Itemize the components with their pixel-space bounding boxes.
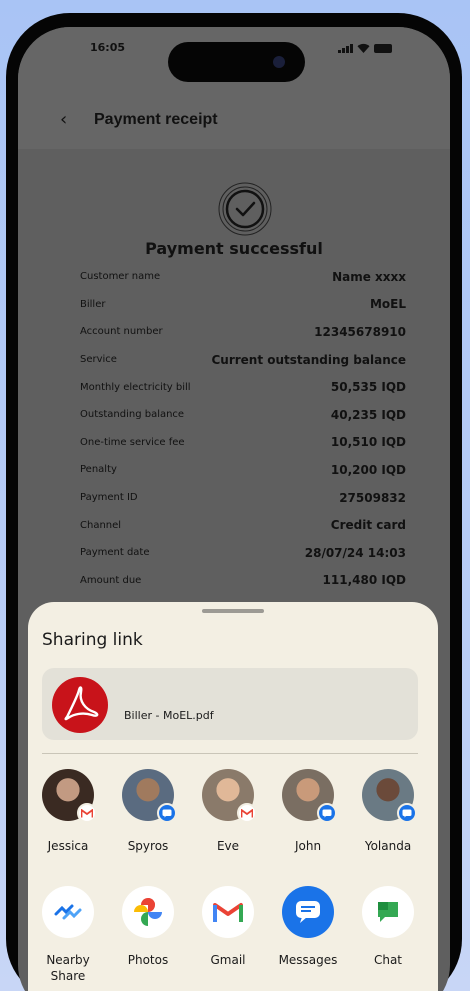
receipt-label: Penalty: [80, 464, 117, 476]
app-label: Chat: [373, 953, 403, 967]
dynamic-island: [168, 42, 305, 82]
receipt-label: Customer name: [80, 271, 161, 283]
app-photos[interactable]: Photos: [108, 886, 188, 984]
receipt-value: 40,235 IQD: [330, 407, 406, 422]
battery-icon: [374, 44, 392, 53]
receipt-value: 27509832: [339, 490, 406, 505]
receipt-row: Penalty 10,200 IQD: [80, 456, 406, 484]
receipt-row: Biller MoEL: [80, 291, 406, 319]
contact-john[interactable]: John: [268, 769, 348, 853]
messages-icon: [397, 803, 417, 823]
receipt-value: 12345678910: [314, 324, 406, 339]
receipt-label: Outstanding balance: [80, 409, 185, 421]
back-button[interactable]: ‹: [60, 111, 67, 129]
receipt-value: 50,535 IQD: [330, 380, 406, 395]
app-nearby-share[interactable]: Nearby Share: [28, 886, 108, 984]
chat-icon: [362, 886, 414, 938]
contact-eve[interactable]: Eve: [188, 769, 268, 853]
app-targets: Nearby Share Photos Gmail Messages Chat: [28, 886, 438, 984]
receipt-row: One-time service fee 10,510 IQD: [80, 429, 406, 457]
app-label: Messages: [278, 953, 338, 967]
photos-icon: [122, 886, 174, 938]
contact-yolanda[interactable]: Yolanda: [348, 769, 428, 853]
sheet-drag-handle[interactable]: [202, 609, 264, 613]
receipt-row: Service Current outstanding balance: [80, 346, 406, 374]
wifi-icon: [357, 43, 370, 53]
receipt-row: Payment date 28/07/24 14:03: [80, 539, 406, 567]
receipt-label: Amount due: [80, 574, 142, 586]
avatar: [42, 769, 97, 823]
receipt-row: Account number 12345678910: [80, 318, 406, 346]
messages-icon: [157, 803, 177, 823]
shared-file-card[interactable]: Biller - MoEL.pdf: [42, 668, 418, 740]
app-gmail[interactable]: Gmail: [188, 886, 268, 984]
app-chat[interactable]: Chat: [348, 886, 428, 984]
status-icons: [338, 43, 392, 53]
receipt-row: Amount due 111,480 IQD: [80, 567, 406, 595]
avatar: [202, 769, 257, 823]
status-time: 16:05: [90, 41, 126, 54]
contact-name: Yolanda: [364, 839, 412, 853]
receipt-label: Monthly electricity bill: [80, 381, 191, 393]
receipt-value: 10,200 IQD: [330, 462, 406, 477]
receipt-label: One-time service fee: [80, 436, 185, 448]
payment-status-title: Payment successful: [145, 239, 323, 258]
receipt-value: Credit card: [330, 518, 406, 533]
gmail-icon: [202, 886, 254, 938]
contact-targets: Jessica Spyros Eve John Yolanda: [28, 769, 438, 853]
receipt-value: MoEL: [369, 297, 406, 312]
contact-jessica[interactable]: Jessica: [28, 769, 108, 853]
receipt-label: Biller: [80, 298, 106, 310]
gmail-icon: [237, 803, 257, 823]
app-label: Nearby Share: [46, 953, 90, 983]
receipt-row: Outstanding balance 40,235 IQD: [80, 401, 406, 429]
phone-frame: 16:05 ‹ Payment receipt Payment successf…: [6, 13, 462, 991]
page-title: Payment receipt: [94, 111, 218, 128]
acrobat-icon: [52, 677, 108, 733]
receipt-details: Customer name Name xxxx Biller MoEL Accoun…: [80, 263, 406, 594]
app-label: Gmail: [210, 953, 246, 967]
receipt-value: Current outstanding balance: [211, 352, 406, 367]
receipt-row: Channel Credit card: [80, 511, 406, 539]
avatar: [122, 769, 177, 823]
gmail-icon: [77, 803, 97, 823]
receipt-value: 10,510 IQD: [330, 435, 406, 450]
signal-icon: [338, 44, 353, 53]
contact-name: Eve: [216, 839, 240, 853]
receipt-value: Name xxxx: [332, 269, 406, 284]
nearby-share-icon: [42, 886, 94, 938]
receipt-row: Customer name Name xxxx: [80, 263, 406, 291]
avatar: [362, 769, 417, 823]
share-sheet-title: Sharing link: [42, 630, 143, 650]
shared-file-name: Biller - MoEL.pdf: [124, 709, 214, 722]
receipt-label: Payment ID: [80, 492, 138, 504]
contact-spyros[interactable]: Spyros: [108, 769, 188, 853]
receipt-label: Service: [80, 354, 117, 366]
avatar: [282, 769, 337, 823]
receipt-label: Channel: [80, 519, 122, 531]
success-check-icon: [218, 182, 272, 236]
messages-icon: [282, 886, 334, 938]
contact-name: John: [294, 839, 322, 853]
receipt-value: 28/07/24 14:03: [304, 545, 406, 560]
share-sheet-divider: [42, 753, 418, 754]
camera-icon: [273, 56, 285, 68]
app-messages[interactable]: Messages: [268, 886, 348, 984]
share-sheet: Sharing link Biller - MoEL.pdf Jessica S…: [28, 602, 438, 991]
receipt-row: Payment ID 27509832: [80, 484, 406, 512]
app-label: Photos: [127, 953, 169, 967]
messages-icon: [317, 803, 337, 823]
contact-name: Spyros: [127, 839, 169, 853]
receipt-label: Account number: [80, 326, 163, 338]
receipt-value: 111,480 IQD: [322, 573, 406, 588]
receipt-row: Monthly electricity bill 50,535 IQD: [80, 373, 406, 401]
receipt-label: Payment date: [80, 547, 150, 559]
contact-name: Jessica: [47, 839, 89, 853]
